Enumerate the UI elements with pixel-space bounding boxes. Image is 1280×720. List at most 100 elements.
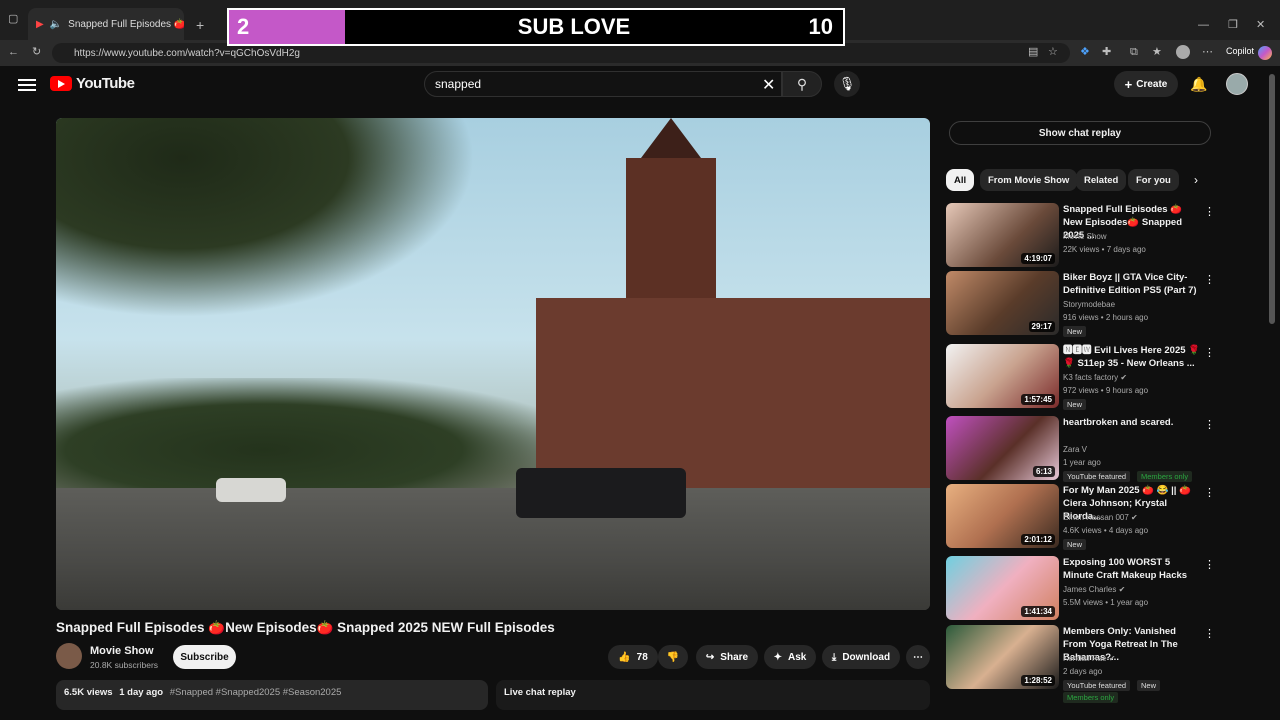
extensions-puzzle-icon[interactable]: ✚ — [1102, 47, 1111, 58]
youtube-play-icon — [50, 76, 72, 91]
copilot-icon[interactable] — [1258, 46, 1272, 60]
hashtags[interactable]: #Snapped #Snapped2025 #Season2025 — [170, 687, 342, 698]
sparkle-icon: ✦ — [773, 651, 783, 663]
recommendation-title[interactable]: Biker Boyz || GTA Vice City- Definitive … — [1063, 271, 1201, 297]
share-icon: ↪ — [705, 651, 715, 663]
recommendation-title[interactable]: 🅽🅴🆆 Evil Lives Here 2025 🌹 🌹 S11ep 35 - … — [1063, 344, 1201, 370]
youtube-logo[interactable]: YouTube — [50, 75, 135, 92]
more-icon[interactable]: ⋯ — [1202, 47, 1213, 58]
tab-actions-icon[interactable]: ▢ — [8, 14, 18, 25]
search-input[interactable]: snapped — [424, 71, 782, 97]
reload-icon[interactable]: ↻ — [32, 47, 41, 58]
recommendation-item[interactable]: 1:28:52 Members Only: Vanished From Yoga… — [946, 625, 1215, 703]
download-button[interactable]: ⤓ Download — [822, 645, 900, 669]
plus-icon: + — [1124, 76, 1133, 92]
recommendation-channel[interactable]: Zara V — [1063, 445, 1087, 454]
notifications-bell-icon[interactable]: 🔔 — [1190, 76, 1207, 93]
browser-tab[interactable]: ▶ 🔈 Snapped Full Episodes 🍅New ✕ — [28, 8, 184, 40]
duration-badge: 1:41:34 — [1021, 606, 1055, 617]
video-frame-trees — [56, 118, 476, 318]
recommendation-title[interactable]: Exposing 100 WORST 5 Minute Craft Makeup… — [1063, 556, 1201, 582]
channel-subscribers: 20.8K subscribers — [90, 660, 159, 670]
more-vertical-icon[interactable]: ⋮ — [1204, 486, 1215, 499]
download-label: Download — [842, 651, 891, 663]
video-title: Snapped Full Episodes 🍅New Episodes🍅 Sna… — [56, 620, 555, 635]
speaker-icon[interactable]: 🔈 — [50, 19, 62, 30]
extension-icon[interactable]: ❖ — [1080, 47, 1090, 58]
channel-name[interactable]: Movie Show — [90, 645, 154, 657]
channel-avatar[interactable] — [56, 643, 82, 669]
chip-for-you[interactable]: For you — [1128, 169, 1179, 191]
ask-label: Ask — [788, 651, 807, 663]
recommendation-thumbnail[interactable]: 1:57:45 — [946, 344, 1059, 408]
recommendation-meta: 2 days ago — [1063, 667, 1103, 676]
more-vertical-icon[interactable]: ⋮ — [1204, 558, 1215, 571]
more-vertical-icon[interactable]: ⋮ — [1204, 418, 1215, 431]
recommendation-thumbnail[interactable]: 4:19:07 — [946, 203, 1059, 267]
more-vertical-icon[interactable]: ⋮ — [1204, 627, 1215, 640]
minimize-icon[interactable]: — — [1198, 20, 1209, 31]
recommendation-channel[interactable]: Kendall Rae ✔ — [1063, 654, 1116, 663]
new-tab-icon[interactable]: + — [196, 18, 204, 32]
chip-related[interactable]: Related — [1076, 169, 1127, 191]
recommendation-channel[interactable]: K3 facts factory ✔ — [1063, 373, 1127, 382]
duration-badge: 4:19:07 — [1021, 253, 1055, 264]
recommendation-channel[interactable]: Storymodebae — [1063, 300, 1115, 309]
clear-search-icon[interactable]: ✕ — [762, 75, 775, 95]
scrollbar-thumb[interactable] — [1269, 74, 1275, 324]
recommendation-thumbnail[interactable]: 29:17 — [946, 271, 1059, 335]
create-button[interactable]: + Create — [1114, 71, 1178, 97]
maximize-icon[interactable]: ❐ — [1228, 20, 1238, 31]
favorite-star-icon[interactable]: ☆ — [1048, 47, 1058, 58]
dislike-button[interactable]: 👎 — [658, 645, 688, 669]
voice-search-button[interactable]: 🎙 — [834, 71, 860, 97]
url-field[interactable]: https://www.youtube.com/watch?v=qGChOsVd… — [52, 43, 1070, 63]
page-scrollbar[interactable] — [1268, 66, 1276, 700]
split-screen-icon[interactable]: ⧉ — [1130, 47, 1138, 58]
download-icon: ⤓ — [831, 651, 837, 663]
recommendation-item[interactable]: 1:57:45 🅽🅴🆆 Evil Lives Here 2025 🌹 🌹 S11… — [946, 344, 1215, 410]
recommendation-thumbnail[interactable]: 1:28:52 — [946, 625, 1059, 689]
chevron-right-icon[interactable]: › — [1194, 173, 1198, 187]
video-frame-car-white — [216, 478, 286, 502]
recommendation-channel[interactable]: James Charles ✔ — [1063, 585, 1125, 594]
chip-all[interactable]: All — [946, 169, 975, 191]
recommendation-item[interactable]: 1:41:34 Exposing 100 WORST 5 Minute Craf… — [946, 556, 1215, 620]
account-avatar[interactable] — [1226, 73, 1248, 95]
recommendation-channel[interactable]: Emon Hassan 007 ✔ — [1063, 513, 1138, 522]
back-icon[interactable]: ← — [8, 47, 19, 58]
read-view-icon[interactable]: ▤ — [1028, 47, 1038, 58]
recommendation-thumbnail[interactable]: 2:01:12 — [946, 484, 1059, 548]
ask-button[interactable]: ✦ Ask — [764, 645, 816, 669]
show-chat-replay-button[interactable]: Show chat replay — [949, 121, 1211, 145]
copilot-button[interactable]: Copilot — [1226, 47, 1254, 56]
members-only-badge: Members only — [1137, 471, 1193, 482]
duration-badge: 6:13 — [1032, 466, 1055, 477]
search-button[interactable]: ⚲ — [782, 71, 822, 97]
profile-icon[interactable] — [1176, 45, 1190, 59]
collections-icon[interactable]: ★ — [1152, 47, 1162, 58]
subscribe-button[interactable]: Subscribe — [173, 645, 236, 669]
chip-from-channel[interactable]: From Movie Show — [980, 169, 1078, 191]
more-vertical-icon[interactable]: ⋮ — [1204, 273, 1215, 286]
share-button[interactable]: ↪ Share — [696, 645, 758, 669]
like-button[interactable]: 👍 78 — [608, 645, 658, 669]
hamburger-menu-icon[interactable] — [18, 76, 36, 92]
recommendation-item[interactable]: 2:01:12 For My Man 2025 🍅 😂 || 🍅 Ciera J… — [946, 484, 1215, 550]
recommendation-item[interactable]: 6:13 heartbroken and scared. Zara V 1 ye… — [946, 416, 1215, 482]
more-actions-button[interactable]: ⋯ — [906, 645, 930, 669]
more-vertical-icon[interactable]: ⋮ — [1204, 346, 1215, 359]
recommendation-item[interactable]: 4:19:07 Snapped Full Episodes 🍅New Episo… — [946, 203, 1215, 267]
recommendation-thumbnail[interactable]: 6:13 — [946, 416, 1059, 480]
recommendation-item[interactable]: 29:17 Biker Boyz || GTA Vice City- Defin… — [946, 271, 1215, 337]
description-box[interactable]: 6.5K views 1 day ago #Snapped #Snapped20… — [56, 680, 488, 710]
recommendation-channel[interactable]: Movie Show — [1063, 232, 1107, 241]
live-chat-replay-panel[interactable]: Live chat replay — [496, 680, 930, 710]
recommendation-title[interactable]: heartbroken and scared. — [1063, 416, 1201, 429]
video-frame-road — [56, 488, 930, 610]
more-vertical-icon[interactable]: ⋮ — [1204, 205, 1215, 218]
video-player[interactable] — [56, 118, 930, 610]
recommendation-meta: 5.5M views • 1 year ago — [1063, 598, 1149, 607]
close-window-icon[interactable]: ✕ — [1256, 20, 1265, 31]
recommendation-thumbnail[interactable]: 1:41:34 — [946, 556, 1059, 620]
